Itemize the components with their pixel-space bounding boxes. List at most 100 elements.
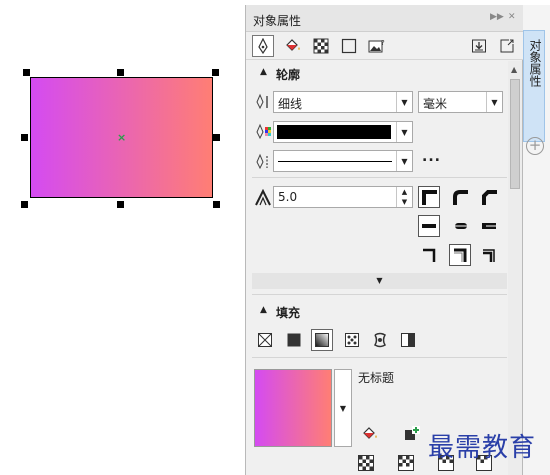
outline-width-icon — [254, 93, 270, 111]
chevron-down-icon[interactable]: ▼ — [396, 122, 412, 142]
selection-handle-bottom-center[interactable] — [117, 201, 124, 208]
add-docker-icon[interactable]: + — [526, 137, 544, 155]
svg-text:?: ? — [381, 39, 385, 47]
outline-width-dropdown[interactable]: 细线 ▼ — [273, 91, 413, 113]
outline-color-icon — [254, 123, 271, 141]
checker-swatch-icon[interactable] — [398, 455, 414, 471]
spin-buttons[interactable]: ▲ ▼ — [396, 187, 412, 207]
butt-cap-button[interactable] — [418, 215, 440, 237]
transparency-tab[interactable] — [310, 35, 332, 57]
scroll-up-arrow-icon[interactable]: ▲ — [511, 65, 517, 74]
fill-name-label: 无标题 — [358, 371, 395, 385]
fill-tab[interactable] — [282, 35, 304, 57]
collapse-triangle-icon[interactable]: ▲ — [260, 67, 267, 77]
vector-pattern-fill-button[interactable] — [341, 329, 363, 351]
fill-type-buttons — [252, 329, 432, 351]
units-dropdown[interactable]: 毫米 ▼ — [418, 91, 503, 113]
more-options-button[interactable]: ... — [422, 149, 441, 165]
paint-bucket-icon — [363, 427, 377, 439]
import-style-button[interactable] — [468, 35, 490, 57]
centered-outline-button[interactable] — [449, 244, 471, 266]
miter-limit-icon — [254, 188, 271, 207]
round-corner-icon — [453, 190, 468, 205]
selection-handle-middle-right[interactable] — [213, 134, 220, 141]
docker-title: 对象属性 — [253, 14, 302, 28]
docker-side-tabs: 对象属性 + — [523, 5, 550, 475]
square-cap-button[interactable] — [478, 215, 500, 237]
chevron-down-icon[interactable]: ▼ — [486, 92, 502, 112]
expand-outline-bar[interactable]: ▼ — [252, 273, 507, 289]
solid-line-preview — [278, 161, 392, 162]
miter-corner-icon — [422, 190, 437, 205]
expand-icon[interactable]: ▶▶ — [490, 12, 504, 22]
collapse-triangle-icon[interactable]: ▲ — [260, 305, 267, 315]
miter-corner-button[interactable] — [418, 186, 440, 208]
checkerboard-icon — [313, 38, 329, 54]
docker-content: ▲ 轮廓 细线 ▼ 毫米 ▼ ▼ ▼ ... 5.0 ▲ ▼ ▼ ▲ 填充 ▼ … — [246, 61, 516, 475]
fountain-fill-icon — [315, 333, 329, 347]
units-value: 毫米 — [423, 97, 448, 111]
drawing-canvas[interactable]: × — [0, 0, 245, 475]
paint-bucket-icon — [286, 39, 300, 51]
external-box-icon — [500, 39, 514, 53]
checker-swatch-icon[interactable] — [358, 455, 374, 471]
scroll-thumb[interactable] — [510, 79, 520, 189]
outline-color-dropdown[interactable]: ▼ — [273, 121, 413, 143]
rectangle-icon — [341, 38, 357, 54]
centered-outline-icon — [454, 248, 467, 262]
fountain-fill-preview[interactable] — [254, 369, 332, 447]
download-box-icon — [472, 39, 486, 53]
selection-handle-middle-left[interactable] — [21, 134, 28, 141]
outline-style-icon — [254, 153, 270, 171]
outline-width-value: 细线 — [278, 97, 303, 111]
postscript-fill-button[interactable] — [397, 329, 419, 351]
selection-handle-bottom-right[interactable] — [213, 201, 220, 208]
texture-fill-icon — [373, 332, 387, 348]
chevron-down-icon[interactable]: ▼ — [396, 151, 412, 171]
round-cap-button[interactable] — [449, 215, 471, 237]
divider — [252, 177, 507, 178]
selection-handle-top-center[interactable] — [117, 69, 124, 76]
vertical-scrollbar[interactable]: ▲ — [508, 61, 522, 475]
outline-section-header[interactable]: ▲ 轮廓 — [246, 63, 516, 85]
center-marker: × — [117, 131, 127, 144]
selection-handle-top-left[interactable] — [23, 69, 30, 76]
selection-handle-top-right[interactable] — [212, 69, 219, 76]
miter-limit-spinner[interactable]: 5.0 ▲ ▼ — [273, 186, 413, 208]
round-corner-button[interactable] — [449, 186, 471, 208]
outside-outline-button[interactable] — [418, 244, 440, 266]
outline-style-dropdown[interactable]: ▼ — [273, 150, 413, 172]
fountain-fill-button[interactable] — [311, 329, 333, 351]
paint-bucket-button[interactable] — [361, 426, 379, 445]
close-icon[interactable]: ✕ — [508, 12, 516, 22]
bevel-corner-button[interactable] — [478, 186, 500, 208]
selection-handle-bottom-left[interactable] — [21, 201, 28, 208]
summary-tab[interactable]: ? — [366, 35, 388, 57]
add-fill-icon — [405, 426, 420, 440]
uniform-fill-button[interactable] — [283, 329, 305, 351]
pattern-fill-icon — [345, 333, 359, 347]
chevron-down-icon[interactable]: ▼ — [396, 92, 412, 112]
uniform-fill-icon — [287, 333, 301, 347]
inside-outline-icon — [483, 249, 495, 262]
square-cap-icon — [482, 223, 496, 229]
docker-toolbar: ? — [246, 32, 524, 60]
postscript-fill-icon — [401, 333, 415, 347]
fill-preset-dropdown-button[interactable]: ▼ — [334, 369, 352, 447]
no-fill-button[interactable] — [254, 329, 276, 351]
bevel-corner-icon — [482, 190, 497, 205]
inside-outline-button[interactable] — [478, 244, 500, 266]
outline-color-swatch — [277, 125, 391, 139]
open-external-button[interactable] — [496, 35, 518, 57]
new-fill-button[interactable] — [403, 424, 421, 445]
rectangle-properties-tab[interactable] — [338, 35, 360, 57]
side-tab-object-properties[interactable]: 对象属性 — [523, 30, 545, 142]
texture-fill-button[interactable] — [369, 329, 391, 351]
outline-pen-tab[interactable] — [252, 35, 274, 57]
no-fill-icon — [258, 333, 272, 347]
divider — [252, 357, 507, 358]
miter-limit-value: 5.0 — [278, 190, 298, 204]
butt-cap-icon — [422, 224, 436, 228]
outline-section-label: 轮廓 — [276, 68, 301, 82]
fill-section-header[interactable]: ▲ 填充 — [246, 301, 516, 323]
